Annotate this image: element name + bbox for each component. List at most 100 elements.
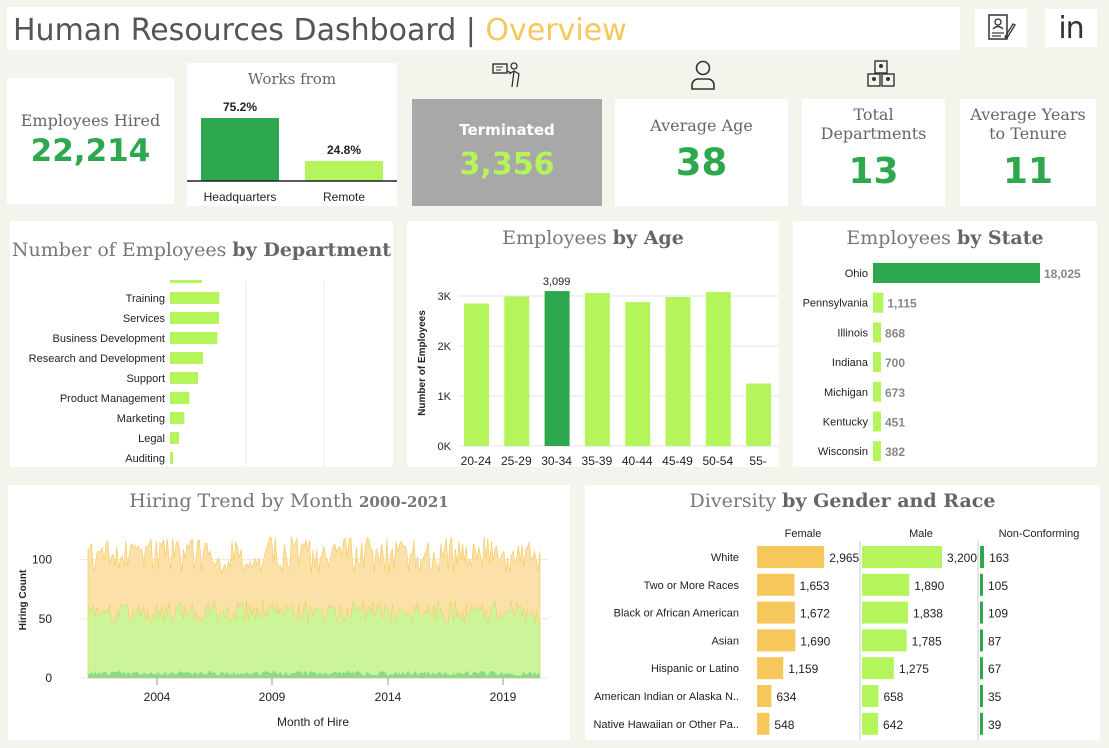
state-bar[interactable]: [873, 292, 884, 313]
diversity-value-label: 109: [988, 607, 1008, 621]
diversity-bar[interactable]: [862, 657, 894, 680]
diversity-category-label: Asian: [711, 635, 739, 647]
diversity-bar[interactable]: [980, 573, 983, 596]
dept-bar[interactable]: [170, 332, 218, 344]
total-departments-label-line2: Departments: [820, 124, 927, 143]
age-bar[interactable]: [544, 291, 570, 446]
dept-bar[interactable]: [170, 432, 179, 444]
age-ytick: 3K: [438, 291, 452, 303]
diversity-bar[interactable]: [862, 601, 908, 624]
diversity-value-label: 548: [774, 718, 794, 732]
age-bar[interactable]: [746, 383, 772, 447]
total-departments-value: 13: [848, 151, 899, 192]
diversity-bar[interactable]: [757, 629, 796, 652]
diversity-bar[interactable]: [757, 573, 795, 596]
dept-bar[interactable]: [170, 372, 198, 384]
state-bar[interactable]: [873, 322, 882, 343]
diversity-bar[interactable]: [757, 601, 795, 624]
diversity-value-label: 1,785: [912, 634, 942, 648]
diversity-value-label: 658: [883, 690, 903, 704]
diversity-bar[interactable]: [862, 712, 879, 735]
dept-category-label: Auditing: [125, 453, 165, 465]
dept-category-label: Business Development: [52, 333, 165, 345]
tenure-value: 11: [1002, 151, 1054, 192]
diversity-bar[interactable]: [980, 546, 985, 568]
dept-category-label: Marketing: [117, 413, 165, 425]
tenure-label-line2: to Tenure: [989, 124, 1067, 143]
state-category-label: Illinois: [837, 327, 868, 339]
age-bar[interactable]: [504, 296, 530, 447]
diversity-bar[interactable]: [980, 685, 983, 707]
diversity-value-label: 105: [988, 579, 1008, 593]
dept-bar[interactable]: [170, 392, 190, 404]
age-ytick: 0K: [438, 441, 452, 453]
terminated-card: Terminated 3,356: [412, 99, 602, 206]
age-xtick: 45-49: [662, 454, 693, 467]
diversity-value-label: 1,275: [899, 662, 929, 676]
diversity-bar[interactable]: [980, 629, 983, 652]
dept-bar[interactable]: [170, 412, 185, 424]
trend-xtick: 2019: [490, 690, 517, 704]
dept-bar-top[interactable]: [170, 280, 202, 283]
age-ylabel: Number of Employees: [417, 310, 428, 416]
diversity-category-label: American Indian or Alaska N..: [594, 691, 739, 703]
dept-category-label: Services: [123, 313, 166, 325]
dept-bar[interactable]: [170, 452, 173, 464]
resume-icon: [988, 14, 1016, 40]
hiring-trend-chart: 0 50 100Hiring Count 2004 2009 2014 2019 Month …: [18, 536, 548, 729]
dashboard-header: Human Resources Dashboard | Overview: [7, 7, 960, 50]
tenure-label-line1: Average Years: [970, 105, 1086, 124]
dept-bar[interactable]: [170, 312, 219, 324]
state-bar[interactable]: [873, 441, 881, 462]
remote-bar[interactable]: [305, 161, 383, 181]
average-age-card: Average Age 38: [615, 99, 788, 206]
state-value-label: 382: [885, 445, 905, 459]
department-chart: Training Services Business Development Rese…: [29, 280, 325, 467]
age-xtick: 30-34: [541, 454, 572, 467]
state-value-label: 18,025: [1044, 267, 1081, 281]
hiring-trend-panel: Hiring Trend by Month 2000-2021 0 50 100 Hi…: [8, 485, 570, 740]
diversity-bar[interactable]: [757, 712, 770, 735]
diversity-bar[interactable]: [757, 685, 772, 707]
state-category-label: Wisconsin: [818, 446, 868, 458]
state-category-label: Indiana: [832, 357, 869, 369]
total-departments-card: Total Departments 13: [802, 99, 945, 206]
age-xtick: 50-54: [702, 454, 733, 467]
diversity-bar[interactable]: [862, 629, 907, 652]
linkedin-icon-button[interactable]: in: [1045, 9, 1097, 47]
diversity-category-label: White: [711, 552, 739, 564]
state-bar[interactable]: [873, 381, 881, 402]
diversity-bar[interactable]: [757, 657, 784, 680]
diversity-bar[interactable]: [757, 546, 825, 568]
diversity-panel: Diversity by Gender and Race Female Male N…: [585, 485, 1100, 740]
state-bar[interactable]: [873, 263, 1040, 283]
state-bar[interactable]: [873, 352, 881, 373]
diversity-value-label: 1,672: [800, 607, 830, 621]
diversity-bar[interactable]: [980, 712, 983, 735]
diversity-value-label: 67: [988, 662, 1002, 676]
resume-icon-button[interactable]: [975, 9, 1027, 47]
age-bar[interactable]: [705, 292, 731, 446]
state-bar[interactable]: [873, 411, 881, 432]
diversity-value-label: 35: [988, 690, 1002, 704]
state-category-label: Pennsylvania: [803, 298, 869, 310]
dept-category-label: Training: [126, 293, 165, 305]
age-bar[interactable]: [665, 297, 691, 446]
dept-bar[interactable]: [170, 292, 220, 304]
diversity-bar[interactable]: [862, 546, 942, 568]
diversity-bar[interactable]: [862, 685, 879, 707]
diversity-chart: Female Male Non-ConformingWhite 2,965 3,200 1…: [593, 528, 1079, 740]
diversity-bar[interactable]: [980, 601, 983, 624]
diversity-value-label: 87: [988, 634, 1002, 648]
diversity-value-label: 39: [988, 718, 1002, 732]
age-bar[interactable]: [464, 303, 489, 447]
diversity-value-label: 163: [989, 551, 1009, 565]
dept-bar[interactable]: [170, 352, 203, 364]
age-ytick: 2K: [438, 341, 452, 353]
dept-category-label: Research and Development: [29, 353, 165, 365]
diversity-bar[interactable]: [980, 657, 983, 680]
age-bar[interactable]: [584, 293, 610, 446]
age-bar[interactable]: [625, 302, 651, 446]
headquarters-bar[interactable]: [201, 118, 279, 181]
diversity-bar[interactable]: [862, 573, 910, 596]
